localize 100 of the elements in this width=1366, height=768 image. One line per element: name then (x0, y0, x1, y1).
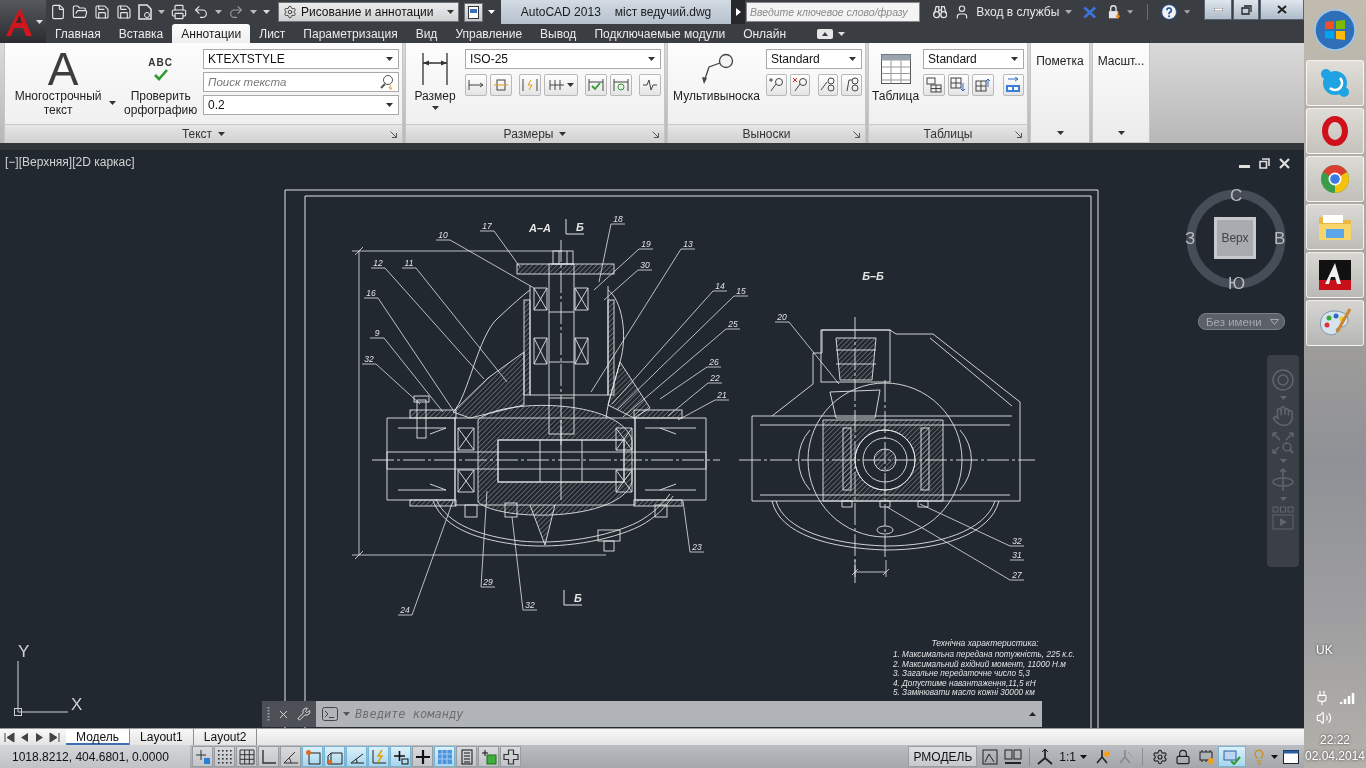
cross-logo-icon[interactable] (1083, 5, 1097, 19)
table-button[interactable]: Таблица (872, 49, 920, 124)
dimension-tool-button[interactable] (639, 74, 661, 96)
ribbon-tab[interactable]: Управление (446, 24, 532, 43)
caret-icon[interactable] (1271, 754, 1278, 759)
restore-icon[interactable] (1259, 158, 1270, 169)
compass-letter[interactable]: З (1185, 230, 1196, 248)
close-icon[interactable] (1279, 158, 1290, 169)
status-toggle-button[interactable] (412, 746, 433, 767)
sign-in-button[interactable]: Вход в службы (954, 4, 1073, 20)
new-file-icon[interactable] (50, 4, 66, 20)
redo-icon[interactable] (228, 4, 244, 20)
command-line-field[interactable]: Введите команду (316, 701, 1042, 727)
save-icon[interactable] (116, 4, 132, 20)
annotation-scale-dropdown[interactable]: 1:1 (1056, 746, 1090, 767)
status-toggle-button[interactable] (324, 746, 345, 767)
undo-icon[interactable] (193, 4, 209, 20)
dimension-tool-button[interactable] (585, 74, 607, 96)
status-toggle-button[interactable] (456, 746, 477, 767)
search-field[interactable]: Введите ключевое слово/фразу (746, 2, 920, 22)
dimension-tool-button[interactable] (610, 74, 632, 96)
dialog-launcher-icon[interactable] (853, 131, 860, 138)
status-toggle-button[interactable] (192, 746, 213, 767)
ribbon-tab[interactable]: Главная (46, 24, 110, 43)
table-tool-button[interactable] (1002, 74, 1025, 96)
dimension-style-dropdown[interactable]: ISO-25 (465, 49, 661, 69)
ribbon-tab[interactable]: Вывод (531, 24, 586, 43)
first-page-icon[interactable] (4, 731, 15, 743)
find-icon[interactable] (380, 74, 396, 90)
dialog-launcher-icon[interactable] (652, 131, 659, 138)
minimize-button[interactable] (1204, 0, 1232, 20)
isolate-objects-button[interactable] (1218, 746, 1246, 767)
table-tool-button[interactable] (923, 74, 945, 96)
table-tool-button[interactable] (972, 74, 994, 96)
expand-search-button[interactable] (731, 0, 745, 24)
compass-letter[interactable]: С (1230, 187, 1243, 205)
viewcube-face[interactable]: Верх (1214, 217, 1256, 259)
space-toggle-button[interactable]: РМОДЕЛЬ (908, 746, 978, 767)
print-icon[interactable] (171, 4, 187, 20)
spell-check-button[interactable]: ABC Проверить орфографию (122, 49, 200, 124)
next-icon[interactable] (34, 731, 45, 743)
status-toggle-button[interactable] (280, 746, 301, 767)
dimension-tool-button[interactable] (490, 74, 512, 96)
open-folder-icon[interactable] (72, 4, 88, 20)
compass-letter[interactable]: Ю (1228, 275, 1246, 293)
prompt-icon[interactable] (322, 707, 338, 721)
quick-view-button[interactable] (1002, 746, 1024, 767)
ribbon-tab[interactable]: Лист (250, 24, 295, 43)
status-toggle-button[interactable] (214, 746, 235, 767)
ribbon-tab[interactable]: Параметризация (294, 24, 407, 43)
text-style-dropdown[interactable]: KTEXTSTYLE (203, 49, 399, 69)
status-toggle-button[interactable] (346, 746, 367, 767)
status-toggle-button[interactable] (500, 746, 521, 767)
dimension-tool-button[interactable] (465, 74, 487, 96)
previous-icon[interactable] (19, 731, 30, 743)
table-tool-button[interactable] (947, 74, 970, 96)
last-page-icon[interactable] (49, 731, 60, 743)
leader-tool-button[interactable] (817, 74, 839, 96)
dialog-launcher-icon[interactable] (390, 131, 397, 138)
caret-icon[interactable] (488, 10, 495, 14)
panel-title-button[interactable]: Текст (177, 127, 230, 141)
table-style-dropdown[interactable]: Standard (923, 49, 1025, 69)
collapsed-panel-button[interactable]: Пометка (1030, 43, 1090, 143)
status-toggle-button[interactable] (478, 746, 499, 767)
status-toggle-button[interactable] (368, 746, 389, 767)
dimension-tool-button[interactable] (544, 74, 578, 96)
viewcube-ring[interactable] (1184, 187, 1288, 291)
text-height-dropdown[interactable]: 0.2 (203, 95, 399, 115)
leader-style-dropdown[interactable]: Standard (766, 49, 862, 69)
workspace-dropdown[interactable]: Рисование и аннотации (278, 2, 459, 22)
multileader-button[interactable]: Мультивыноска (671, 49, 762, 124)
start-orb-icon[interactable] (1314, 9, 1356, 51)
ribbon-tab[interactable]: Вставка (109, 24, 173, 43)
leader-tool-button[interactable] (766, 74, 787, 96)
workspace-switch-button[interactable] (464, 2, 483, 22)
ribbon-tab[interactable]: Подключаемые модули (585, 24, 735, 43)
collapsed-panel-button[interactable]: Масшт... (1092, 43, 1150, 143)
status-toggle-button[interactable] (258, 746, 279, 767)
leader-tool-button[interactable] (789, 74, 811, 96)
ribbon-tab[interactable]: Аннотации (172, 24, 251, 43)
document-preview-icon[interactable] (138, 4, 152, 20)
viewport-controls-label[interactable]: [−][Верхняя][2D каркас] (5, 155, 135, 169)
ribbon-tab[interactable]: Онлайн (734, 24, 796, 43)
compass-letter[interactable]: В (1274, 230, 1286, 248)
command-line-handle[interactable] (262, 701, 316, 727)
scale-figure-icon[interactable] (1036, 747, 1055, 766)
restore-button[interactable] (1233, 0, 1259, 20)
command-input[interactable]: Введите команду (355, 707, 1024, 721)
multiline-text-button[interactable]: A Многострочный текст (8, 49, 119, 124)
status-toggle-button[interactable] (236, 746, 257, 767)
dimension-tool-button[interactable] (519, 74, 541, 96)
wrench-icon[interactable] (297, 707, 311, 721)
dialog-launcher-icon[interactable] (1015, 131, 1022, 138)
status-toggle-button[interactable] (390, 746, 411, 767)
binoculars-icon[interactable] (933, 5, 948, 19)
lock-icon[interactable] (1107, 4, 1121, 20)
layout-tab[interactable]: Модель (66, 729, 131, 745)
save-icon[interactable] (94, 4, 110, 20)
help-icon[interactable] (1160, 3, 1177, 21)
taskbar-app-button[interactable] (1306, 252, 1364, 298)
